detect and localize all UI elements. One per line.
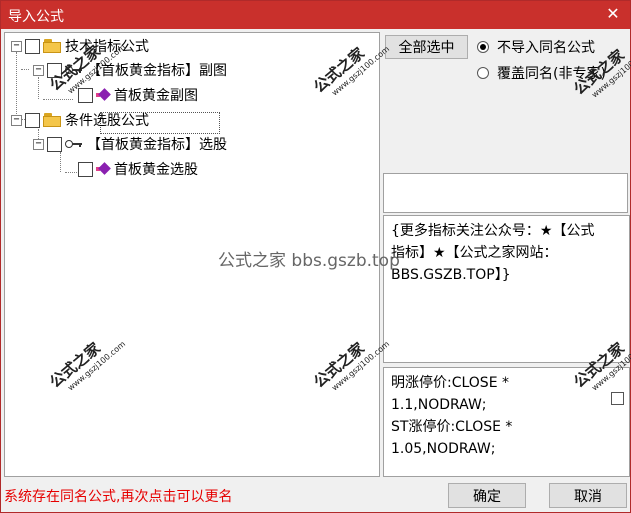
tree-node-label: 【首板黄金指标】副图 [87,63,227,79]
key-icon [65,64,83,76]
tree-node-checkbox[interactable] [47,62,62,78]
tree-node-tech-indicator[interactable]: − 技术指标公式 [11,35,149,57]
tree-node-label: 条件选股公式 [65,113,149,129]
code-checkbox[interactable] [611,392,624,405]
tree-node-indicator-select[interactable]: − 【首板黄金指标】选股 [33,133,227,155]
tree-node-label: 【首板黄金指标】选股 [87,137,227,153]
key-icon [65,138,83,150]
collapse-icon[interactable]: − [33,138,44,150]
blank-description-box [383,173,628,213]
tree-node-checkbox[interactable] [47,136,62,152]
tree-node-checkbox[interactable] [25,112,40,128]
tree-node-select-formula[interactable]: 首板黄金选股 [78,158,198,180]
tree-node-subchart-formula[interactable]: 首板黄金副图 [78,84,198,106]
ok-button[interactable]: 确定 [448,483,526,508]
tree-node-indicator-subchart[interactable]: − 【首板黄金指标】副图 [33,59,227,81]
tree-node-stock-selection[interactable]: − 条件选股公式 [11,109,149,131]
radio-overwrite-duplicates[interactable]: 覆盖同名(非专家) [477,63,606,83]
tree-node-label: 首板黄金副图 [114,88,198,104]
formula-tree: − 技术指标公式 − 【首板黄金指标】副图 首板黄金副图 − 条件选股公式 − [4,32,380,477]
tree-connector [21,69,29,70]
tree-node-label: 技术指标公式 [65,39,149,55]
radio-no-import-duplicates[interactable]: 不导入同名公式 [477,37,595,57]
folder-icon [43,113,61,127]
radio-unselected-icon [477,67,489,79]
close-icon[interactable]: ✕ [602,3,624,25]
radio-label: 覆盖同名(非专家) [497,66,606,82]
tree-node-checkbox[interactable] [78,87,93,103]
titlebar: 导入公式 ✕ [1,1,630,29]
tree-node-checkbox[interactable] [78,161,93,177]
tree-node-label: 首板黄金选股 [114,162,198,178]
radio-label: 不导入同名公式 [497,40,595,56]
formula-info-box: {更多指标关注公众号：★【公式指标】★【公式之家网站：BBS.GSZB.TOP】… [383,215,630,363]
status-message: 系统存在同名公式,再次点击可以更名 [4,489,233,505]
select-all-button[interactable]: 全部选中 [385,35,468,59]
tree-connector [60,152,61,172]
collapse-icon[interactable]: − [11,40,22,52]
formula-code-box: 明涨停价:CLOSE * 1.1,NODRAW; ST涨停价:CLOSE * 1… [383,367,630,477]
formula-code-text: 明涨停价:CLOSE * 1.1,NODRAW; ST涨停价:CLOSE * 1… [391,375,513,457]
collapse-icon[interactable]: − [11,114,22,126]
formula-gem-icon [96,88,111,102]
import-formula-dialog: 导入公式 ✕ − 技术指标公式 − 【首板黄金指标】副图 首板黄金副图 − 条件… [0,0,631,513]
tree-connector [43,99,73,100]
collapse-icon[interactable]: − [33,64,44,76]
tree-node-checkbox[interactable] [25,38,40,54]
formula-info-text: {更多指标关注公众号：★【公式指标】★【公式之家网站：BBS.GSZB.TOP】… [391,223,595,283]
radio-selected-icon [477,41,489,53]
window-title: 导入公式 [8,9,64,25]
formula-gem-icon [96,162,111,176]
folder-icon [43,39,61,53]
cancel-button[interactable]: 取消 [549,483,627,508]
